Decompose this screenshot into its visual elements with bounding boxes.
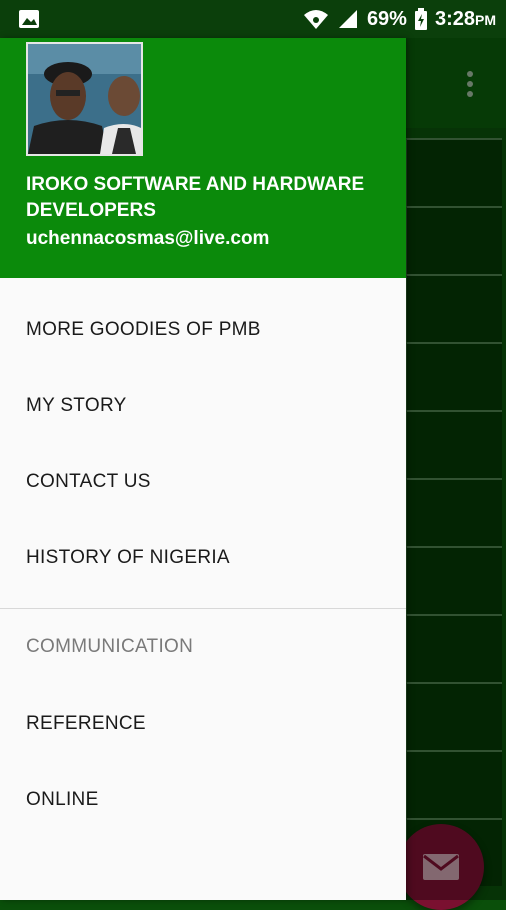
clock: 3:28PM: [435, 8, 496, 31]
clock-time: 3:28: [434, 7, 475, 30]
menu-divider: [0, 608, 406, 609]
menu-item-label: REFERENCE: [26, 713, 146, 734]
avatar-image: [28, 44, 141, 154]
avatar: [26, 42, 143, 156]
menu-item-more-goodies[interactable]: MORE GOODIES OF PMB: [0, 292, 406, 368]
drawer-title: IROKO SOFTWARE AND HARDWARE DEVELOPERS: [26, 174, 365, 221]
menu-item-label: CONTACT US: [26, 471, 151, 492]
clock-suffix: PM: [475, 11, 496, 28]
menu-item-reference[interactable]: REFERENCE: [0, 686, 406, 762]
menu-item-label: HISTORY OF NIGERIA: [26, 547, 230, 568]
menu-item-label: ONLINE: [26, 789, 99, 810]
menu-item-label: MORE GOODIES OF PMB: [26, 319, 261, 340]
menu-item-label: MY STORY: [26, 395, 127, 416]
drawer-header: IROKO SOFTWARE AND HARDWARE DEVELOPERS u…: [0, 38, 406, 278]
wifi-icon: [303, 10, 328, 29]
navigation-drawer: IROKO SOFTWARE AND HARDWARE DEVELOPERS u…: [0, 38, 406, 900]
menu-item-history-of-nigeria[interactable]: HISTORY OF NIGERIA: [0, 520, 406, 596]
menu-item-my-story[interactable]: MY STORY: [0, 368, 406, 444]
image-notification-icon: [19, 10, 39, 28]
signal-icon: [338, 10, 357, 28]
section-header-communication: COMMUNICATION: [26, 636, 194, 657]
battery-percent: 69%: [366, 7, 407, 30]
menu-item-contact-us[interactable]: CONTACT US: [0, 444, 406, 520]
menu-item-online[interactable]: ONLINE: [0, 762, 406, 838]
status-bar: 69% 3:28PM: [0, 0, 506, 38]
battery-icon: [414, 8, 427, 30]
drawer-email: uchennacosmas@live.com: [26, 228, 270, 249]
